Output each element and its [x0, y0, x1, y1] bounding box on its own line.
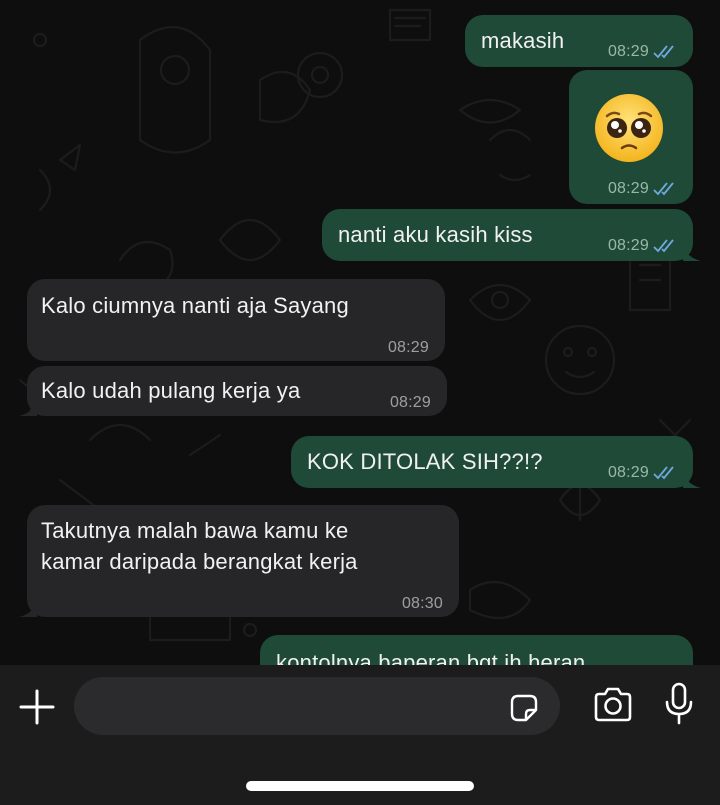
message-meta: 08:29 [608, 172, 679, 206]
message-time: 08:29 [607, 237, 649, 254]
message-bubble-outgoing[interactable]: nanti aku kasih kiss 08:29 [322, 209, 701, 263]
message-meta: 08:29 [608, 229, 679, 263]
message-time: 08:29 [607, 43, 649, 60]
bubble-tail [683, 243, 701, 261]
message-text: Kalo ciumnya nanti aja Sayang [41, 293, 349, 318]
message-bubble-outgoing[interactable]: 08:29 [569, 70, 693, 204]
sticker-icon[interactable] [508, 692, 540, 724]
message-time: 08:29 [607, 180, 649, 197]
microphone-icon[interactable] [664, 682, 694, 726]
bubble-tail [19, 599, 37, 617]
message-text: makasih [481, 28, 565, 53]
message-bubble-incoming[interactable]: Takutnya malah bawa kamu ke kamar daripa… [19, 505, 459, 617]
read-receipt-icon [653, 45, 674, 59]
message-text-line-2: kamar daripada berangkat kerja [41, 549, 358, 574]
message-text: KOK DITOLAK SIH??!? [307, 449, 543, 474]
read-receipt-icon [653, 239, 674, 253]
message-bubble-outgoing[interactable]: kontolnya baperan bgt ih heran [260, 635, 693, 665]
message-text: nanti aku kasih kiss [338, 222, 533, 247]
message-time: 08:30 [401, 595, 443, 612]
camera-icon[interactable] [592, 686, 634, 724]
home-indicator[interactable] [246, 781, 474, 791]
message-meta: 08:29 [608, 456, 679, 490]
read-receipt-icon [653, 182, 674, 196]
plus-icon[interactable] [18, 688, 56, 726]
chat-area[interactable]: makasih 08:29 08:29 nanti aku kasih kiss… [0, 0, 720, 665]
message-time: 08:29 [387, 339, 429, 356]
message-bubble-incoming[interactable]: Kalo ciumnya nanti aja Sayang 08:29 [27, 279, 445, 361]
message-meta: 08:29 [608, 35, 679, 69]
message-time: 08:29 [607, 464, 649, 481]
message-input[interactable] [74, 677, 560, 735]
message-text: kontolnya baperan bgt ih heran [276, 650, 586, 665]
message-bubble-incoming[interactable]: Kalo udah pulang kerja ya 08:29 [19, 366, 447, 416]
bubble-tail [683, 470, 701, 488]
read-receipt-icon [653, 466, 674, 480]
message-bubble-outgoing[interactable]: KOK DITOLAK SIH??!? 08:29 [291, 436, 701, 490]
message-time: 08:29 [389, 394, 431, 411]
message-text-line-1: Takutnya malah bawa kamu ke [41, 518, 349, 543]
message-bubble-outgoing[interactable]: makasih 08:29 [465, 15, 693, 67]
bubble-tail [19, 398, 37, 416]
pleading-face-emoji-icon [595, 94, 663, 162]
message-text: Kalo udah pulang kerja ya [41, 378, 301, 403]
